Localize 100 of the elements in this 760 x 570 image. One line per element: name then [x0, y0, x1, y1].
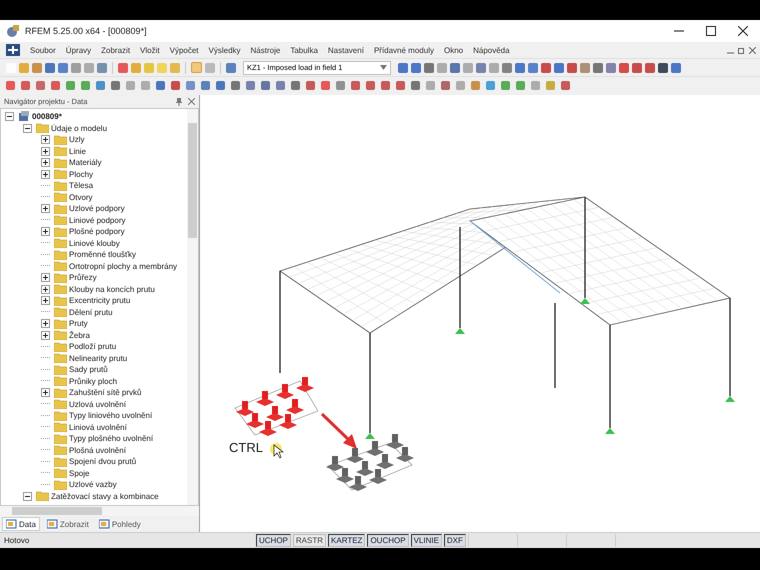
menu-item[interactable]: Vložit	[140, 46, 160, 54]
scrollbar[interactable]	[0, 506, 199, 516]
tree-item[interactable]: Nelinearity prutu	[69, 354, 128, 363]
tree-item[interactable]: Žebra	[69, 330, 90, 340]
tree-item[interactable]: Linie	[69, 146, 86, 156]
menu-item[interactable]: Přídavné moduly	[374, 46, 434, 54]
tree-item[interactable]: Pruty	[69, 319, 88, 328]
menu-item[interactable]: Nápověda	[473, 46, 510, 54]
expand-toggle[interactable]	[41, 296, 50, 306]
menu-item[interactable]: Soubor	[30, 46, 56, 54]
expand-toggle[interactable]	[41, 273, 50, 282]
tree-item[interactable]: Uzly	[69, 135, 85, 144]
tree-item[interactable]: Plochy	[69, 170, 94, 179]
folder-icon	[36, 491, 49, 502]
folder-icon	[54, 342, 67, 352]
tree-item[interactable]: Liniové klouby	[69, 238, 120, 248]
menu-item[interactable]: Tabulka	[290, 46, 318, 54]
cursor-icon	[270, 443, 284, 458]
tree-item[interactable]: Spoje	[69, 468, 90, 478]
tree-item[interactable]: Typy liniového uvolnění	[69, 411, 152, 420]
tree-item[interactable]: Plošná uvolnění	[69, 446, 126, 455]
tree-item[interactable]: Průniky ploch	[69, 376, 118, 386]
panel-tab[interactable]: Zobrazit	[44, 518, 92, 530]
model-icon	[18, 111, 30, 122]
restore-icon[interactable]	[738, 46, 745, 54]
expand-toggle[interactable]	[41, 146, 50, 156]
folder-icon	[54, 158, 67, 168]
expand-toggle[interactable]	[41, 135, 50, 144]
folder-icon	[54, 226, 67, 237]
folder-icon	[54, 410, 67, 421]
tree-item[interactable]: Klouby na koncích prutu	[69, 284, 155, 294]
close-icon[interactable]	[738, 26, 748, 36]
expand-toggle[interactable]	[41, 330, 50, 340]
window-icon	[46, 519, 58, 529]
tree-item[interactable]: Plošné podpory	[69, 227, 125, 236]
expand-toggle[interactable]	[41, 158, 50, 168]
menu-item[interactable]: Výsledky	[208, 46, 241, 54]
expand-toggle[interactable]	[41, 170, 50, 179]
folder-icon	[54, 480, 67, 490]
folder-icon	[54, 284, 67, 294]
tree-item[interactable]: Typy plošného uvolnění	[69, 434, 154, 444]
tree-item[interactable]: Sady prutů	[69, 365, 108, 374]
scrollbar[interactable]	[187, 109, 198, 505]
tree-item[interactable]: Dělení prutu	[69, 308, 113, 317]
tree-item[interactable]: Zahuštění sítě prvků	[69, 388, 142, 398]
tree-item[interactable]: Zatěžovací stavy a kombinace	[51, 492, 159, 501]
folder-icon	[54, 353, 67, 364]
tree-item[interactable]: Podloží prutu	[69, 342, 116, 352]
folder-icon	[54, 399, 67, 410]
menu-item[interactable]: Nastavení	[328, 46, 364, 54]
tree-item[interactable]: Průřezy	[69, 273, 97, 282]
status-toggle[interactable]: RASTR	[292, 534, 326, 547]
tree-item[interactable]: Liniové podpory	[69, 216, 126, 225]
expand-toggle[interactable]	[23, 492, 32, 501]
menu-item[interactable]: Okno	[444, 46, 464, 54]
status-toggle[interactable]: UCHOP	[256, 534, 291, 547]
status-toggle[interactable]: KARTEZ	[328, 534, 366, 547]
tree-item[interactable]: Otvory	[69, 192, 93, 202]
expand-toggle[interactable]	[23, 124, 32, 133]
status-toggle[interactable]: VLINIE	[410, 534, 442, 547]
folder-icon	[54, 192, 67, 202]
expand-toggle[interactable]	[41, 388, 50, 398]
tree-item[interactable]: 000809*	[32, 112, 62, 122]
folder-icon	[54, 169, 67, 180]
folder-icon	[54, 456, 67, 467]
folder-icon	[54, 250, 67, 260]
menu-item[interactable]: Zobrazit	[101, 46, 130, 54]
tree-item[interactable]: Spojení dvou prutů	[69, 457, 136, 466]
folder-icon	[54, 204, 67, 214]
menu-item[interactable]: Úpravy	[66, 46, 92, 54]
tree-item[interactable]: Liniová uvolnění	[69, 422, 127, 432]
window-title: RFEM 5.25.00 x64 - [000809*]	[25, 26, 147, 36]
expand-toggle[interactable]	[41, 227, 50, 236]
status-toggle[interactable]: OUCHOP	[367, 534, 409, 547]
tree-item[interactable]: Uzlové podpory	[69, 204, 125, 214]
tree-item[interactable]: Tělesa	[69, 181, 94, 190]
tree-item[interactable]: Údaje o modelu	[51, 124, 108, 133]
status-toggle[interactable]: DXF	[444, 534, 466, 547]
folder-icon	[54, 134, 67, 145]
maximize-icon[interactable]	[706, 26, 716, 36]
tree-item[interactable]: Materiály	[69, 158, 102, 168]
tree-item[interactable]: Ortotropní plochy a membrány	[69, 262, 178, 271]
expand-toggle[interactable]	[41, 204, 50, 214]
menu-item[interactable]: Výpočet	[170, 46, 199, 54]
tree-item[interactable]: Proměnné tloušťky	[69, 250, 136, 260]
pin-icon[interactable]	[176, 98, 182, 106]
tree-item[interactable]: Uzlová uvolnění	[69, 400, 126, 409]
expand-toggle[interactable]	[41, 319, 50, 328]
folder-icon	[54, 318, 67, 329]
folder-icon	[54, 272, 67, 283]
panel-tab[interactable]: Pohledy	[96, 518, 144, 530]
app-icon	[6, 24, 20, 38]
expand-toggle[interactable]	[41, 284, 50, 294]
panel-tab[interactable]: Data	[2, 517, 40, 531]
folder-icon	[54, 307, 67, 318]
expand-toggle[interactable]	[5, 112, 14, 122]
document-icon[interactable]	[6, 44, 20, 56]
menu-item[interactable]: Nástroje	[250, 46, 280, 54]
tree-item[interactable]: Excentricity prutu	[69, 296, 130, 306]
tree-item[interactable]: Uzlové vazby	[69, 480, 117, 490]
